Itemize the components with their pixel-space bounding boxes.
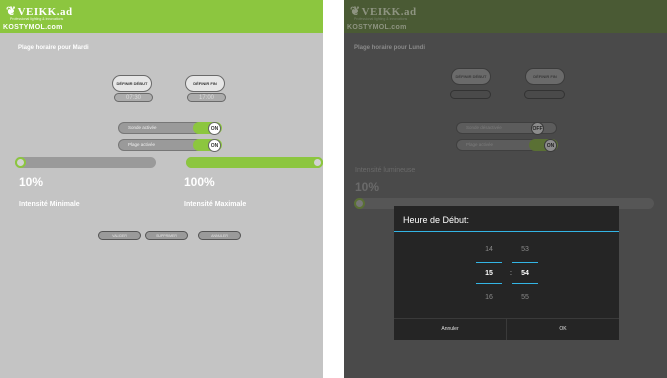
sensor-toggle-knob: OFF: [531, 122, 544, 135]
sensor-toggle[interactable]: Sonde activée ON: [118, 122, 222, 135]
schedule-toggle[interactable]: Plage activée ON: [456, 139, 558, 152]
min-intensity-slider[interactable]: [15, 157, 156, 168]
min-intensity-value: 10%: [19, 175, 44, 189]
sensor-toggle-label: Sonde désactivée: [466, 125, 502, 130]
hour-selection-line-bottom: [476, 283, 502, 284]
intensity-label: Intensité lumineuse: [355, 167, 416, 174]
minute-next[interactable]: 55: [514, 294, 536, 301]
dialog-title: Heure de Début:: [403, 215, 470, 225]
intensity-value: 10%: [355, 180, 380, 194]
schedule-toggle-knob: ON: [208, 139, 221, 152]
set-end-button[interactable]: DÉFINIR FIN: [525, 68, 565, 85]
end-time-value: 17:00: [187, 93, 226, 102]
brand-logo-mark: ❦: [350, 4, 361, 18]
brand-tagline: Professional lighting & innovations: [354, 17, 408, 21]
max-intensity-label: Intensité Maximale: [184, 201, 247, 208]
minute-selected[interactable]: 54: [514, 270, 536, 277]
start-time-value: [450, 90, 491, 99]
schedule-toggle-knob: ON: [544, 139, 557, 152]
delete-button[interactable]: SUPPRIMER: [145, 231, 188, 240]
brand-tagline: Professional lighting & innovations: [10, 17, 64, 21]
intensity-knob[interactable]: [354, 198, 365, 209]
minute-selection-line-top: [512, 262, 538, 263]
sensor-toggle-knob: ON: [208, 122, 221, 135]
min-intensity-label: Intensité Minimale: [19, 201, 80, 208]
time-separator: :: [510, 270, 512, 277]
hour-next[interactable]: 16: [478, 294, 500, 301]
dialog-cancel-button[interactable]: Annuler: [394, 318, 506, 340]
start-time-value: 07:30: [114, 93, 153, 102]
validate-button[interactable]: VALIDER: [98, 231, 141, 240]
set-start-button[interactable]: DÉFINIR DÉBUT: [451, 68, 491, 85]
sensor-toggle[interactable]: Sonde désactivée OFF: [456, 122, 557, 135]
app-header: ❦VEIKK.ad Professional lighting & innova…: [0, 0, 323, 33]
schedule-toggle[interactable]: Plage activée ON: [118, 139, 222, 152]
schedule-toggle-label: Plage activée: [128, 142, 156, 147]
hour-prev[interactable]: 14: [478, 246, 500, 253]
dialog-ok-button[interactable]: OK: [507, 318, 619, 340]
time-picker-dialog: Heure de Début: 14 15 16 : 53 54 55 Annu…: [394, 206, 619, 340]
cancel-button[interactable]: ANNULER: [198, 231, 241, 240]
brand-secondary: KOSTYMOL.com: [3, 24, 63, 31]
app-header-dimmed: ❦VEIKK.ad Professional lighting & innova…: [344, 0, 667, 33]
page-title: Plage horaire pour Mardi: [18, 45, 89, 51]
hour-selected[interactable]: 15: [478, 270, 500, 277]
max-intensity-slider[interactable]: [186, 157, 323, 168]
minute-selection-line-bottom: [512, 283, 538, 284]
max-intensity-fill: [186, 157, 323, 168]
schedule-toggle-label: Plage activée: [466, 142, 494, 147]
max-intensity-knob[interactable]: [312, 157, 323, 168]
left-screen: ❦VEIKK.ad Professional lighting & innova…: [0, 0, 323, 378]
sensor-toggle-label: Sonde activée: [128, 125, 157, 130]
dialog-title-divider: [394, 231, 619, 232]
brand-logo-mark: ❦: [6, 4, 17, 18]
brand-secondary: KOSTYMOL.com: [347, 24, 407, 31]
max-intensity-value: 100%: [184, 175, 215, 189]
minute-prev[interactable]: 53: [514, 246, 536, 253]
page-title: Plage horaire pour Lundi: [354, 45, 426, 51]
set-start-button[interactable]: DÉFINIR DÉBUT: [112, 75, 152, 92]
hour-selection-line-top: [476, 262, 502, 263]
set-end-button[interactable]: DÉFINIR FIN: [185, 75, 225, 92]
min-intensity-knob[interactable]: [15, 157, 26, 168]
end-time-value: [524, 90, 565, 99]
